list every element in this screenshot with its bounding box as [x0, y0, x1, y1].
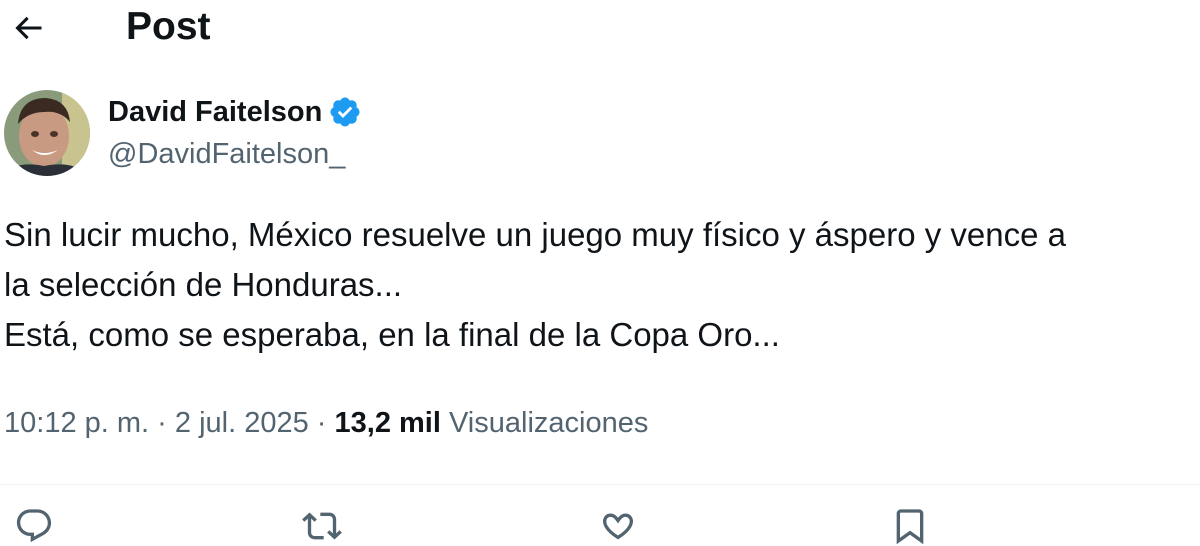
repost-button[interactable] [302, 506, 342, 546]
like-button[interactable] [598, 506, 638, 546]
post-text-line: la selección de Honduras... [4, 266, 403, 303]
verified-badge-icon[interactable] [328, 95, 362, 129]
post-date[interactable]: 2 jul. 2025 [175, 407, 309, 439]
header: Post [0, 0, 1200, 56]
meta-separator: · [157, 407, 167, 439]
bookmark-icon [896, 509, 924, 545]
arrow-left-icon [15, 16, 42, 40]
back-button[interactable] [8, 8, 48, 48]
meta-separator: · [316, 407, 327, 439]
author-name-row: David Faitelson [108, 92, 362, 132]
action-bar [0, 506, 1200, 546]
post-text-line: Está, como se esperaba, en la final de l… [4, 316, 780, 353]
heart-icon [603, 513, 633, 540]
avatar-photo [4, 90, 90, 176]
post-text: Sin lucir mucho, México resuelve un jueg… [4, 210, 1200, 360]
post-text-line: Sin lucir mucho, México resuelve un jueg… [4, 216, 1066, 253]
reply-button[interactable] [14, 506, 54, 546]
post-time[interactable]: 10:12 p. m. [4, 407, 149, 439]
bookmark-button[interactable] [890, 506, 930, 546]
author-handle[interactable]: @DavidFaitelson_ [108, 138, 345, 171]
views-count: 13,2 mil [334, 407, 441, 439]
post-metadata: 10:12 p. m. · 2 jul. 2025 · 13,2 mil Vis… [4, 402, 648, 444]
views-label[interactable]: Visualizaciones [449, 407, 648, 439]
avatar[interactable] [4, 90, 90, 176]
divider [0, 484, 1200, 485]
page-title: Post [126, 5, 211, 48]
author-display-name[interactable]: David Faitelson [108, 96, 322, 129]
reply-icon [16, 509, 52, 543]
repost-icon [302, 512, 342, 540]
